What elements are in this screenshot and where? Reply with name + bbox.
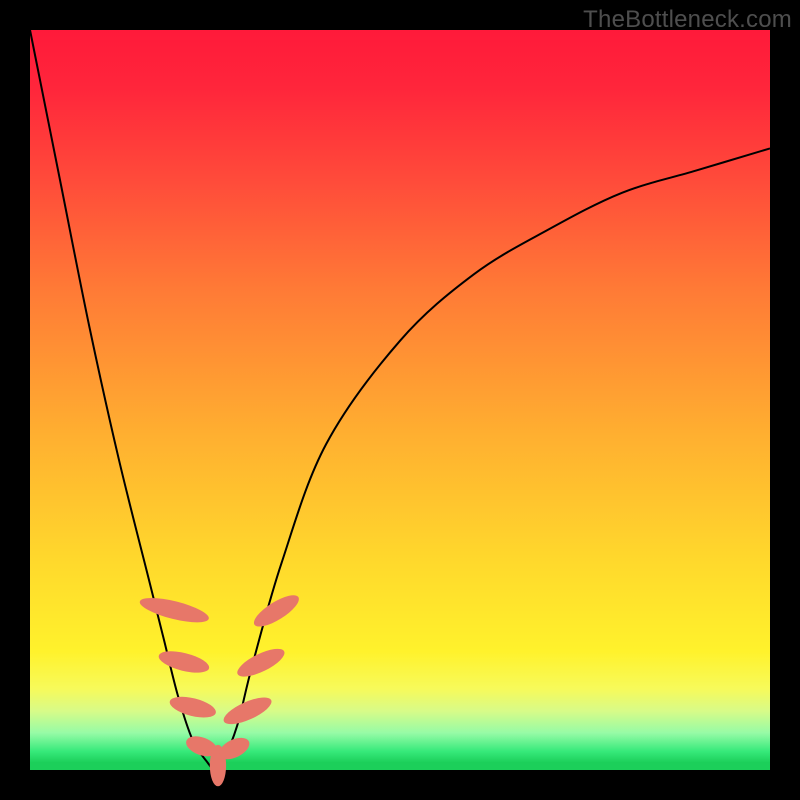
chart-frame: TheBottleneck.com	[0, 0, 800, 800]
curve-marker	[138, 593, 211, 627]
curve-marker	[220, 692, 275, 729]
plot-area	[30, 30, 770, 770]
curve-markers	[138, 590, 303, 787]
curve-marker	[234, 643, 288, 682]
curve-svg	[30, 30, 770, 770]
curve-marker	[157, 647, 212, 677]
watermark-text: TheBottleneck.com	[583, 6, 792, 34]
bottleneck-curve	[30, 30, 770, 770]
curve-marker	[168, 693, 218, 722]
curve-marker	[250, 590, 303, 633]
